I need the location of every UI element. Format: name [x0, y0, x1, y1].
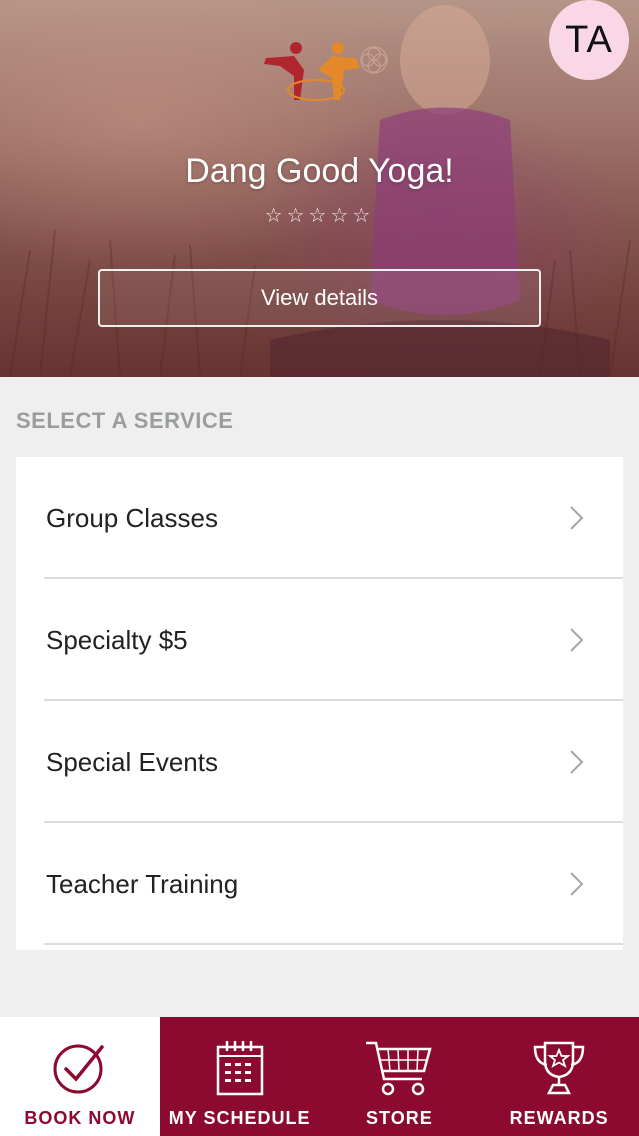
studio-name: Dang Good Yoga! — [185, 152, 454, 190]
service-item-label: Specialty $5 — [46, 624, 188, 655]
chevron-right-icon — [570, 506, 584, 530]
section-title: SELECT A SERVICE — [16, 408, 234, 433]
tab-label: BOOK NOW — [24, 1108, 136, 1128]
studio-logo — [264, 42, 388, 101]
service-item-group-classes[interactable]: Group Classes — [16, 457, 623, 579]
tab-rewards[interactable]: REWARDS — [479, 1017, 639, 1136]
tab-label: MY SCHEDULE — [168, 1108, 311, 1128]
chevron-right-icon — [570, 628, 584, 652]
tab-my-schedule[interactable]: MY SCHEDULE — [160, 1017, 320, 1136]
tab-label: REWARDS — [509, 1108, 609, 1128]
service-item-label: Teacher Training — [46, 868, 239, 899]
divider — [44, 943, 623, 945]
chevron-right-icon — [570, 750, 584, 774]
checkmark-circle-icon — [53, 1044, 104, 1094]
service-item-teacher-training[interactable]: Teacher Training — [16, 823, 623, 945]
service-item-special-events[interactable]: Special Events — [16, 701, 623, 823]
hero-banner: TA Dang Good Yoga! ☆☆☆☆☆ View details — [0, 0, 639, 377]
service-item-label: Special Events — [46, 746, 218, 777]
trophy-icon — [533, 1041, 585, 1095]
rating-stars: ☆☆☆☆☆ — [264, 205, 375, 227]
user-avatar[interactable]: TA — [549, 0, 629, 80]
shopping-cart-icon — [366, 1041, 433, 1096]
tab-book-now[interactable]: BOOK NOW — [0, 1017, 160, 1136]
tab-store[interactable]: STORE — [320, 1017, 480, 1136]
calendar-icon — [216, 1041, 263, 1096]
chevron-right-icon — [570, 872, 584, 896]
tab-label: STORE — [366, 1108, 433, 1128]
service-list: Group Classes Specialty $5 Special Event… — [16, 457, 623, 950]
service-item-label: Group Classes — [46, 502, 218, 533]
view-details-button[interactable]: View details — [98, 269, 541, 327]
service-item-specialty[interactable]: Specialty $5 — [16, 579, 623, 701]
bottom-tab-bar: BOOK NOW MY SCHEDULE STORE REWARDS — [0, 1017, 639, 1136]
